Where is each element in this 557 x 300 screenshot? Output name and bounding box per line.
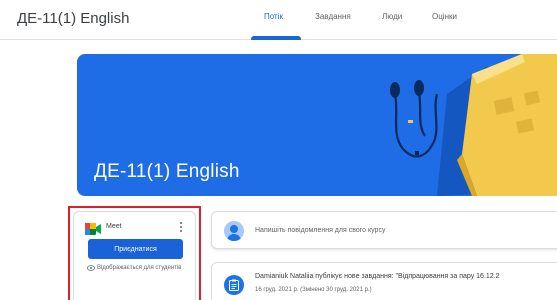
classroom-page: ДЕ-11(1) English Потік Завдання Люди Оці…: [0, 0, 557, 300]
tab-classwork[interactable]: Завдання: [315, 12, 351, 21]
highlight-frame: [68, 206, 201, 300]
announce-placeholder: Напишіть повідомлення для свого курсу: [255, 227, 386, 234]
class-banner: ДЕ-11(1) English: [77, 54, 557, 196]
tab-grades[interactable]: Оцінки: [432, 12, 457, 21]
stream-post[interactable]: Damianiuk Nataliia публікує нове завданн…: [211, 262, 557, 300]
banner-title: ДЕ-11(1) English: [94, 161, 240, 182]
assignment-icon: [224, 275, 244, 295]
post-title[interactable]: Damianiuk Nataliia публікує нове завданн…: [255, 273, 500, 280]
top-bar: ДЕ-11(1) English Потік Завдання Люди Оці…: [0, 0, 557, 40]
active-tab-indicator: [251, 36, 301, 40]
post-date: 16 груд. 2021 р. (Змінено 30 груд. 2021 …: [255, 287, 372, 293]
tab-bar: Потік Завдання Люди Оцінки: [0, 0, 557, 40]
tab-stream[interactable]: Потік: [264, 12, 283, 21]
tab-people[interactable]: Люди: [382, 12, 402, 21]
announce-box[interactable]: Напишіть повідомлення для свого курсу: [211, 211, 557, 249]
avatar: [224, 221, 244, 241]
